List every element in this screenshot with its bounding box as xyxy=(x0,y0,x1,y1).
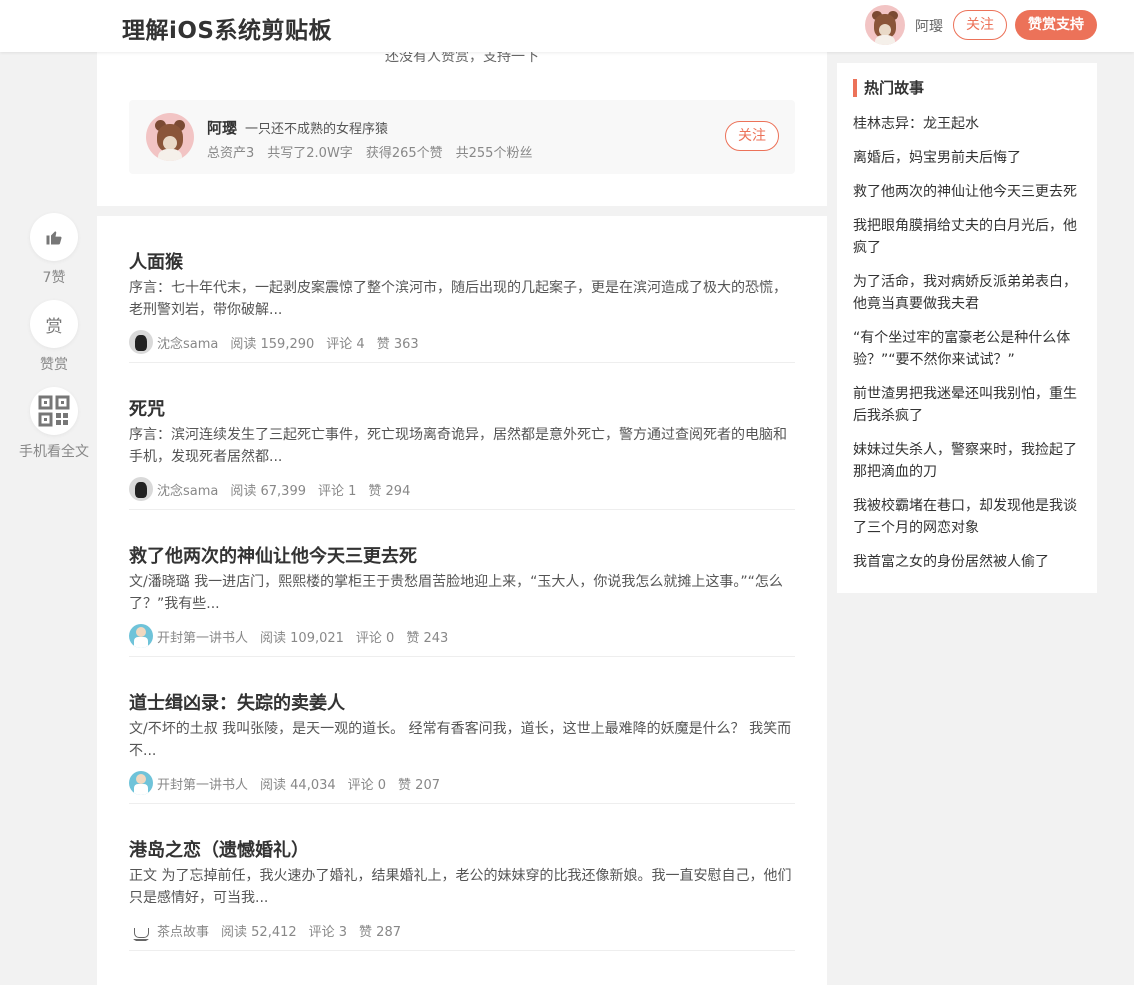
article-reads: 阅读 44,034 xyxy=(260,777,336,793)
hot-story-link[interactable]: 我首富之女的身份居然被人偷了 xyxy=(853,551,1081,573)
reward-icon: 赏 xyxy=(45,316,63,337)
mobile-read-action[interactable]: 手机看全文 xyxy=(19,387,89,460)
reward-button[interactable]: 赏 xyxy=(30,300,78,348)
author-avatar[interactable] xyxy=(865,5,905,45)
article-item: 道士缉凶录：失踪的卖姜人 文/不坏的土叔 我叫张陵，是天一观的道长。 经常有香客… xyxy=(129,657,795,804)
article-reads: 阅读 52,412 xyxy=(221,924,297,940)
article-meta: 沈念sama 阅读 159,290 评论 4 赞 363 xyxy=(129,330,431,354)
hot-stories-panel: 热门故事 桂林志异：龙王起水 离婚后，妈宝男前夫后悔了 救了他两次的神仙让他今天… xyxy=(837,63,1097,593)
recommended-articles-panel: 人面猴 序言：七十年代末，一起剥皮案震惊了整个滨河市，随后出现的几起案子，更是在… xyxy=(97,216,827,985)
top-navbar: 理解iOS系统剪贴板 阿璎 关注 赞赏支持 xyxy=(0,0,1134,52)
author-card-avatar[interactable] xyxy=(146,113,194,161)
hot-story-link[interactable]: 前世渣男把我迷晕还叫我别怕，重生后我杀疯了 xyxy=(853,383,1081,427)
hot-story-link[interactable]: 离婚后，妈宝男前夫后悔了 xyxy=(853,147,1081,169)
author-card-name[interactable]: 阿璎 xyxy=(207,117,237,138)
article-author[interactable]: 开封第一讲书人 xyxy=(157,627,248,646)
article-comments: 评论 0 xyxy=(355,630,395,646)
article-excerpt: 正文 为了忘掉前任，我火速办了婚礼，结果婚礼上，老公的妹妹穿的比我还像新娘。我一… xyxy=(129,868,792,906)
like-button[interactable] xyxy=(30,213,78,261)
follow-button[interactable]: 关注 xyxy=(953,10,1007,40)
page-title: 理解iOS系统剪贴板 xyxy=(122,18,333,44)
author-name[interactable]: 阿璎 xyxy=(915,16,943,36)
article-reads: 阅读 109,021 xyxy=(260,630,344,646)
author-card-follow-button[interactable]: 关注 xyxy=(725,121,779,151)
article-meta: 沈念sama 阅读 67,399 评论 1 赞 294 xyxy=(129,477,422,501)
article-title[interactable]: 道士缉凶录：失踪的卖姜人 xyxy=(129,689,345,715)
hot-story-link[interactable]: “有个坐过牢的富豪老公是种什么体验？”“要不然你来试试？” xyxy=(853,327,1081,371)
article-reads: 阅读 159,290 xyxy=(230,336,315,352)
cat-avatar-icon[interactable] xyxy=(129,477,153,501)
author-card-bio: 一只还不成熟的女程序猿 xyxy=(245,122,389,137)
cat-avatar-icon[interactable] xyxy=(129,330,153,354)
article-excerpt: 文/不坏的土叔 我叫张陵，是天一观的道长。 经常有香客问我，道长，这世上最难降的… xyxy=(129,721,792,759)
article-item: 死咒 序言：滨河连续发生了三起死亡事件，死亡现场离奇诡异，居然都是意外死亡，警方… xyxy=(129,363,795,510)
article-comments: 评论 1 xyxy=(318,483,357,499)
like-count: 7赞 xyxy=(42,270,66,286)
article-title[interactable]: 港岛之恋（遗憾婚礼） xyxy=(129,836,309,862)
article-meta: 开封第一讲书人 阅读 44,034 评论 0 赞 207 xyxy=(129,771,452,795)
hot-story-link[interactable]: 为了活命，我对病娇反派弟弟表白，他竟当真要做我夫君 xyxy=(853,271,1081,315)
qr-code-icon xyxy=(38,395,70,427)
word-count: 共写了2.0W字 xyxy=(267,146,353,161)
article-author[interactable]: 沈念sama xyxy=(157,480,218,499)
author-card: 阿璎 一只还不成熟的女程序猿 总资产3 共写了2.0W字 获得265个赞 共25… xyxy=(129,100,795,174)
follower-count: 共255个粉丝 xyxy=(455,146,533,161)
article-item: 救了他两次的神仙让他今天三更去死 文/潘晓璐 我一进店门，熙熙楼的掌柜王于贵愁眉… xyxy=(129,510,795,657)
tea-avatar-icon[interactable] xyxy=(129,918,153,942)
article-comments: 评论 3 xyxy=(308,924,348,940)
article-excerpt: 序言：七十年代末，一起剥皮案震惊了整个滨河市，随后出现的几起案子，更是在滨河造成… xyxy=(129,280,787,318)
article-author[interactable]: 开封第一讲书人 xyxy=(157,774,248,793)
reward-support-button[interactable]: 赞赏支持 xyxy=(1015,10,1097,40)
hot-story-link[interactable]: 我被校霸堵在巷口，却发现他是我谈了三个月的网恋对象 xyxy=(853,495,1081,539)
article-comments: 评论 0 xyxy=(347,777,387,793)
article-excerpt: 文/潘晓璐 我一进店门，熙熙楼的掌柜王于贵愁眉苦脸地迎上来，“玉大人，你说我怎么… xyxy=(129,574,783,612)
reward-action[interactable]: 赏 赞赏 xyxy=(30,300,78,373)
hot-story-link[interactable]: 救了他两次的神仙让他今天三更去死 xyxy=(853,181,1081,203)
thumbs-up-icon xyxy=(46,231,62,245)
article-likes: 赞 294 xyxy=(368,483,411,499)
man-avatar-icon[interactable] xyxy=(129,624,153,648)
article-title[interactable]: 救了他两次的神仙让他今天三更去死 xyxy=(129,542,417,568)
article-likes: 赞 363 xyxy=(376,336,419,352)
hot-story-link[interactable]: 桂林志异：龙王起水 xyxy=(853,113,1081,135)
article-meta: 茶点故事 阅读 52,412 评论 3 赞 287 xyxy=(129,918,413,942)
qr-code-button[interactable] xyxy=(30,387,78,435)
hot-story-link[interactable]: 我把眼角膜捐给丈夫的白月光后，他疯了 xyxy=(853,215,1081,259)
article-excerpt: 序言：滨河连续发生了三起死亡事件，死亡现场离奇诡异，居然都是意外死亡，警方通过查… xyxy=(129,427,787,465)
article-item: 人面猴 序言：七十年代末，一起剥皮案震惊了整个滨河市，随后出现的几起案子，更是在… xyxy=(129,216,795,363)
hot-stories-heading: 热门故事 xyxy=(853,79,924,97)
article-author[interactable]: 茶点故事 xyxy=(157,921,209,940)
article-reads: 阅读 67,399 xyxy=(230,483,306,499)
hot-story-link[interactable]: 妹妹过失杀人，警察来时，我捡起了那把滴血的刀 xyxy=(853,439,1081,483)
mobile-read-label: 手机看全文 xyxy=(19,444,89,460)
like-action[interactable]: 7赞 xyxy=(30,213,78,286)
article-title[interactable]: 人面猴 xyxy=(129,248,183,274)
article-title[interactable]: 死咒 xyxy=(129,395,165,421)
man-avatar-icon[interactable] xyxy=(129,771,153,795)
reward-label: 赞赏 xyxy=(40,357,68,373)
total-assets: 总资产3 xyxy=(207,146,255,161)
article-meta: 开封第一讲书人 阅读 109,021 评论 0 赞 243 xyxy=(129,624,460,648)
article-likes: 赞 287 xyxy=(359,924,401,940)
article-likes: 赞 207 xyxy=(398,777,440,793)
article-comments: 评论 4 xyxy=(326,336,365,352)
article-author[interactable]: 沈念sama xyxy=(157,333,218,352)
author-card-stats: 总资产3 共写了2.0W字 获得265个赞 共255个粉丝 xyxy=(207,142,532,161)
article-likes: 赞 243 xyxy=(406,630,449,646)
article-item: 港岛之恋（遗憾婚礼） 正文 为了忘掉前任，我火速办了婚礼，结果婚礼上，老公的妹妹… xyxy=(129,804,795,951)
likes-received: 获得265个赞 xyxy=(365,146,443,161)
